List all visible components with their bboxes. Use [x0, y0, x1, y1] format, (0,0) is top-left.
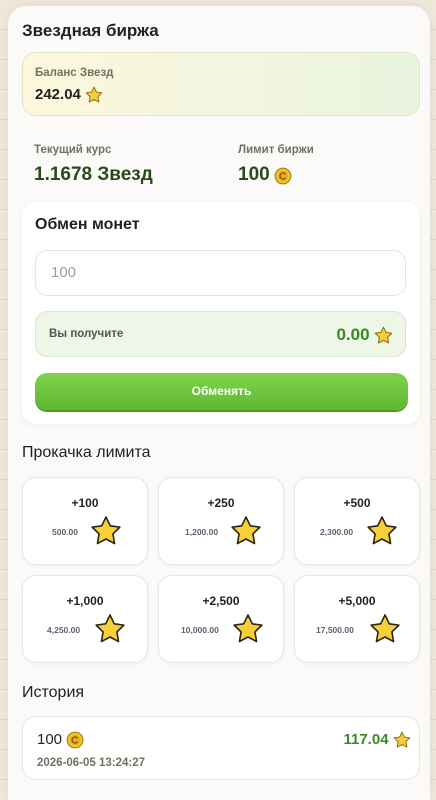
star-icon [95, 614, 125, 643]
receive-label: Вы получите [49, 328, 124, 340]
upgrade-title: Прокачка лимита [22, 444, 151, 461]
receive-box: Вы получите 0.00 [35, 311, 406, 357]
history-title: История [22, 684, 85, 701]
rate-value: 1.1678 Звезд [34, 164, 153, 185]
package-amount: +1,000 [66, 594, 104, 608]
package-amount: +100 [71, 496, 99, 510]
package-amount: +250 [207, 496, 235, 510]
history-stars: 117.04 [343, 731, 389, 749]
package-price: 17,500.00 [316, 625, 354, 635]
page-title: Звездная биржа [22, 21, 159, 40]
package-amount: +5,000 [338, 594, 376, 608]
balance-label: Баланс Звезд [35, 67, 114, 79]
star-icon [233, 614, 263, 643]
balance-card: Баланс Звезд 242.04 [22, 52, 420, 116]
star-icon [91, 516, 121, 545]
exchange-sheet: Звездная биржа Баланс Звезд 242.04 Текущ… [8, 6, 430, 800]
limit-package[interactable]: +500 2,300.00 [294, 477, 420, 565]
exchange-title: Обмен монет [35, 216, 140, 233]
package-amount: +500 [343, 496, 371, 510]
limit-package[interactable]: +1,000 4,250.00 [22, 575, 148, 663]
limit-package[interactable]: +100 500.00 [22, 477, 148, 565]
coin-icon [274, 167, 292, 185]
limit-package[interactable]: +5,000 17,500.00 [294, 575, 420, 663]
exchange-button[interactable]: Обменять [35, 373, 408, 410]
limit-package[interactable]: +2,500 10,000.00 [158, 575, 284, 663]
package-amount: +2,500 [202, 594, 240, 608]
history-item: 100 117.04 2026-06-05 13:24:27 [22, 716, 420, 780]
star-icon [370, 614, 400, 643]
star-icon [85, 86, 103, 103]
limit-card: Лимит биржи 100 [226, 136, 420, 194]
limit-label: Лимит биржи [238, 144, 314, 156]
limit-package[interactable]: +250 1,200.00 [158, 477, 284, 565]
balance-value: 242.04 [35, 86, 81, 103]
package-price: 1,200.00 [185, 527, 219, 537]
coin-amount-input[interactable]: 100 [35, 250, 406, 296]
receive-value: 0.00 [336, 325, 370, 344]
rate-label: Текущий курс [34, 144, 112, 156]
star-icon [374, 326, 393, 344]
limit-value: 100 [238, 164, 270, 185]
star-icon [393, 731, 411, 748]
package-price: 4,250.00 [47, 625, 81, 635]
star-icon [231, 516, 261, 545]
rate-card: Текущий курс 1.1678 Звезд [22, 136, 216, 194]
history-coins: 100 [37, 731, 63, 749]
package-price: 500.00 [52, 527, 78, 537]
star-icon [367, 516, 397, 545]
coin-icon [67, 731, 84, 749]
package-price: 10,000.00 [181, 625, 219, 635]
package-price: 2,300.00 [320, 527, 354, 537]
history-date: 2026-06-05 13:24:27 [37, 757, 146, 769]
